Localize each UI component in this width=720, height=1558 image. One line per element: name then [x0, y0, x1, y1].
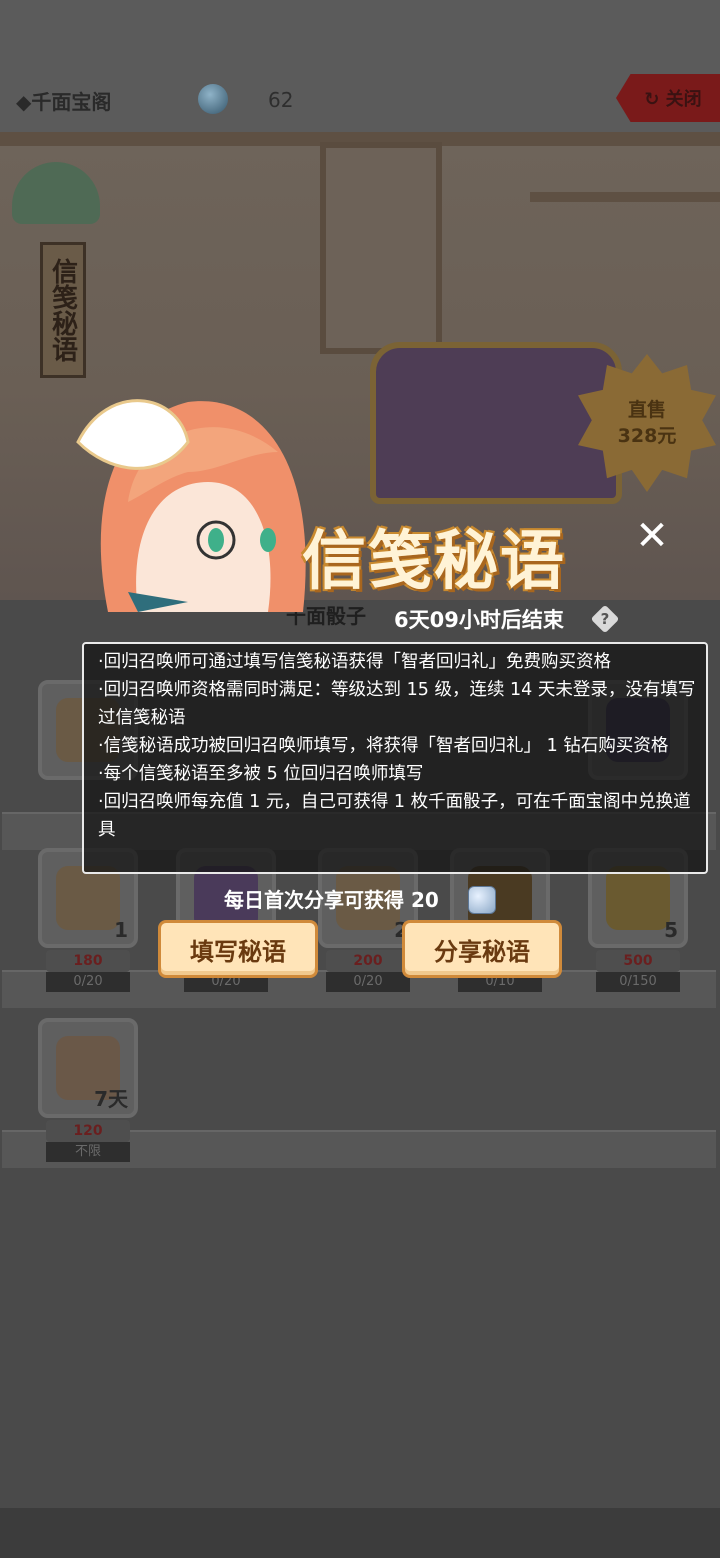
popup-title: 信笺秘语: [302, 525, 566, 599]
share-code-button[interactable]: 分享秘语: [402, 920, 562, 978]
banner-scroll-label: 信笺秘语: [40, 242, 86, 378]
item-price: 120: [46, 1120, 130, 1142]
share-reward-tip: 每日首次分享可获得 20: [224, 888, 439, 912]
wall-shelf: [530, 192, 720, 202]
shop-close-button[interactable]: ↻ 关闭: [616, 74, 720, 122]
rules-panel: ·回归召唤师可通过填写信笺秘语获得「智者回归礼」免费购买资格 ·回归召唤师资格需…: [82, 642, 708, 874]
shop-title: ◆千面宝阁: [16, 90, 112, 114]
ticket-item-icon: [606, 866, 670, 930]
rule-text: ·回归召唤师每充值 1 元，自己可获得 1 枚千面骰子，可在千面宝阁中兑换道具: [98, 792, 691, 840]
treasure-chest-icon: [370, 342, 622, 504]
item-price: 180: [46, 950, 130, 972]
wind-chime-icon: [12, 162, 100, 224]
item-stock: 不限: [46, 1142, 130, 1162]
item-price: 500: [596, 950, 680, 972]
shop-item[interactable]: 7天: [38, 1018, 138, 1118]
event-timer: 6天09小时后结束: [394, 608, 564, 632]
dice-icon: [468, 886, 496, 914]
popup-close-button[interactable]: ✕: [630, 514, 674, 558]
item-qty: 5: [664, 918, 678, 942]
item-qty: 1: [114, 918, 128, 942]
rule-text: ·每个信笺秘语至多被 5 位回归召唤师填写: [98, 764, 424, 784]
badge-line1: 直售: [627, 399, 666, 421]
help-icon-glyph[interactable]: ?: [592, 606, 618, 632]
badge-line2: 328元: [617, 425, 677, 447]
bottom-bar: [0, 1508, 720, 1558]
item-duration: 7天: [94, 1087, 128, 1111]
gem-count: 62: [268, 88, 294, 112]
fill-code-button[interactable]: 填写秘语: [158, 920, 318, 978]
item-stock: 0/20: [46, 972, 130, 992]
character-portrait: [76, 399, 306, 612]
item-price: 200: [326, 950, 410, 972]
gem-icon: [198, 84, 228, 114]
scroll-item-icon: [56, 866, 120, 930]
rule-text: ·回归召唤师资格需同时满足：等级达到 15 级，连续 14 天未登录，没有填写过…: [98, 680, 696, 728]
wall-scroll: [320, 142, 442, 354]
rule-text: ·回归召唤师可通过填写信笺秘语获得「智者回归礼」免费购买资格: [98, 652, 612, 672]
item-stock: 0/150: [596, 972, 680, 992]
rule-text: ·信笺秘语成功被回归召唤师填写，将获得「智者回归礼」 1 钻石购买资格: [98, 736, 669, 756]
item-stock: 0/20: [326, 972, 410, 992]
